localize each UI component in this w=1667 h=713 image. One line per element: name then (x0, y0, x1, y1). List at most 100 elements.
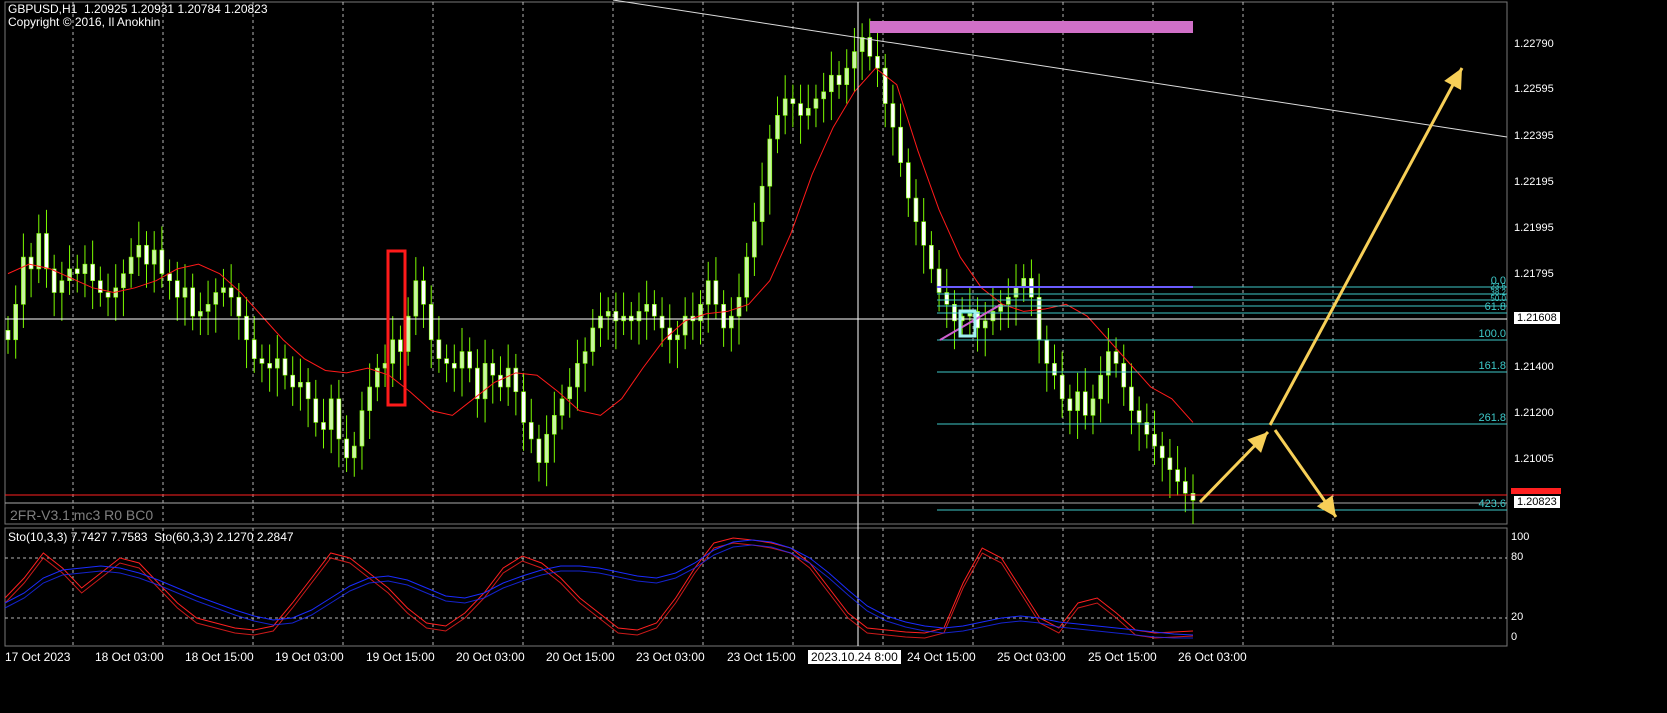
candle-body (590, 327, 596, 352)
stochastic-header: Sto(10,3,3) 7.7427 7.7583 Sto(60,3,3) 2.… (8, 530, 294, 544)
price-axis-label: 1.22790 (1514, 38, 1554, 50)
candle-body (836, 74, 842, 85)
candle-body (459, 351, 465, 369)
candle-body (190, 287, 195, 317)
candle-body (290, 374, 296, 388)
candle-body (436, 339, 442, 359)
stochastic-slow-line (4, 539, 1194, 636)
candle-body (44, 233, 49, 270)
candle-body (1059, 374, 1065, 400)
candle-body (74, 268, 80, 274)
price-axis-label: 1.21608 (1514, 312, 1560, 324)
candle-body (559, 398, 565, 416)
time-axis-label: 19 Oct 15:00 (366, 650, 435, 664)
candle-body (167, 273, 172, 282)
arrow-up-long (1268, 67, 1464, 426)
red-price-tag (1511, 488, 1561, 494)
candle-body (844, 67, 850, 85)
trend-line (612, 0, 1508, 138)
fibonacci-level-label: 423.6 (1478, 498, 1506, 510)
candle-body (228, 287, 234, 298)
fibonacci-level-label: 61.8 (1484, 301, 1506, 313)
candle-body (221, 287, 226, 293)
candle-body (128, 256, 134, 274)
candle-body (182, 287, 188, 298)
candle-body (705, 280, 711, 305)
indicator-overlay-label: 2FR-V3.1 mc3 R0 BC0 (10, 507, 154, 523)
candle-body (821, 91, 826, 100)
time-axis-label: 18 Oct 15:00 (185, 650, 254, 664)
candle-body (1044, 339, 1050, 364)
candle-body (805, 107, 811, 116)
symbol-header: GBPUSD,H1 1.20925 1.20931 1.20784 1.2082… (8, 2, 268, 16)
resistance-zone (870, 21, 1193, 33)
candle-body (1121, 363, 1127, 388)
candle-body (67, 268, 72, 282)
candle-body (236, 296, 242, 317)
candle-body (582, 351, 588, 364)
candle-body (51, 268, 57, 293)
price-axis-label: 1.21200 (1514, 407, 1554, 419)
candle-body (1183, 481, 1188, 494)
candle-body (505, 367, 511, 388)
chart-window: GBPUSD,H1 1.20925 1.20931 1.20784 1.2082… (0, 0, 1667, 713)
time-axis-label: 20 Oct 03:00 (456, 650, 525, 664)
candle-body (174, 280, 180, 298)
stochastic-axis-label: 80 (1511, 551, 1524, 563)
candle-body (498, 374, 503, 388)
candle-body (767, 138, 773, 187)
candle-body (382, 363, 388, 369)
candle-body (1159, 445, 1165, 459)
candle-body (982, 320, 988, 329)
candle-body (98, 280, 103, 293)
price-axis-label: 1.21005 (1514, 453, 1554, 465)
candle-body (1152, 433, 1157, 447)
candle-body (313, 398, 319, 423)
candle-body (882, 67, 888, 104)
candle-body (852, 51, 857, 69)
candle-body (490, 363, 496, 376)
candle-body (936, 268, 942, 293)
candle-body (905, 162, 911, 199)
candle-body (82, 263, 88, 274)
price-axis-label: 1.21400 (1514, 361, 1554, 373)
arrow-down-head (1316, 495, 1336, 517)
candle-body (513, 367, 519, 393)
candle-body (5, 330, 11, 341)
candle-body (721, 304, 726, 329)
price-axis-label: 1.22195 (1514, 176, 1554, 188)
candle-body (536, 438, 542, 463)
time-axis-label: 23 Oct 15:00 (727, 650, 796, 664)
candle-body (890, 103, 896, 128)
candle-body (36, 233, 42, 270)
candle-body (21, 256, 26, 305)
time-axis-label: 20 Oct 15:00 (546, 650, 615, 664)
candle-body (790, 98, 796, 104)
candle-body (367, 386, 372, 411)
candle-body (1190, 492, 1196, 501)
copyright-text: Copyright © 2016, Il Anokhin (8, 15, 161, 29)
candle-body (544, 433, 549, 463)
candle-body (913, 197, 919, 222)
price-chart[interactable] (0, 0, 1667, 713)
candle-body (205, 304, 211, 312)
candle-body (398, 339, 403, 352)
candle-body (1175, 469, 1180, 482)
candle-body (451, 363, 457, 369)
price-axis-label: 1.21995 (1514, 222, 1554, 234)
candle-body (482, 363, 488, 400)
candle-body (13, 304, 18, 341)
candle-body (929, 244, 934, 270)
candle-body (921, 221, 926, 246)
stochastic-axis-label: 100 (1511, 531, 1530, 543)
candle-body (1082, 391, 1088, 416)
candle-body (1113, 351, 1119, 364)
candle-body (575, 363, 580, 388)
candle-body (644, 304, 649, 312)
candle-body (344, 438, 349, 459)
candle-body (698, 304, 703, 322)
time-axis-label: 2023.10.24 8:00 (808, 650, 901, 664)
price-axis-label: 1.22395 (1514, 130, 1554, 142)
candle-body (1098, 374, 1103, 400)
candle-body (351, 445, 357, 459)
